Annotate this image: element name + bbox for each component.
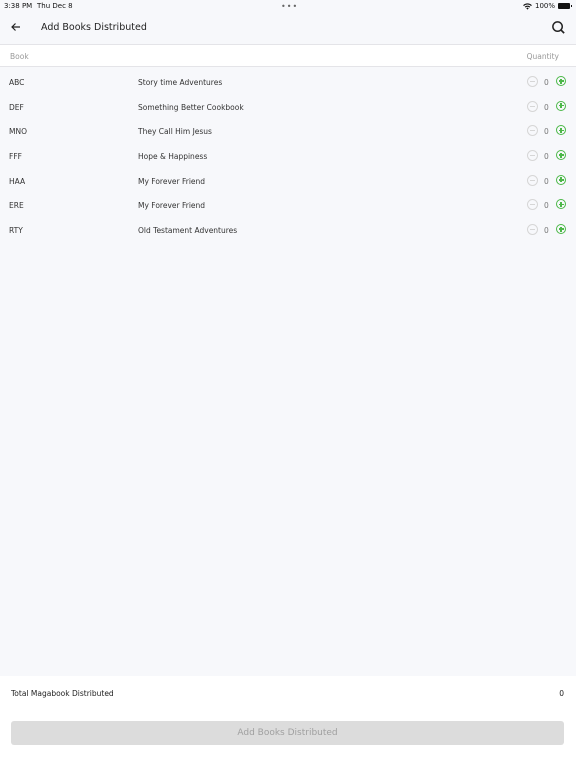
decrement-button[interactable] (527, 199, 538, 211)
book-list: ABC Story time Adventures 0 DEF Somethin… (0, 70, 576, 243)
status-date: Thu Dec 8 (37, 2, 73, 10)
battery-percent: 100% (534, 2, 555, 10)
multitasking-dots[interactable]: ••• (281, 2, 298, 11)
book-code: MNO (9, 127, 27, 137)
add-books-distributed-button[interactable]: Add Books Distributed (11, 721, 564, 745)
increment-button[interactable] (556, 224, 566, 235)
book-name: They Call Him Jesus (138, 127, 212, 137)
quantity-value: 0 (544, 226, 549, 236)
quantity-value: 0 (544, 127, 549, 137)
book-name: My Forever Friend (138, 201, 206, 211)
table-row: FFF Hope & Happiness 0 (0, 144, 576, 169)
book-name: Old Testament Adventures (138, 226, 238, 236)
quantity-value: 0 (544, 78, 549, 87)
book-code: RTY (9, 226, 23, 236)
table-row: DEF Something Better Cookbook 0 (0, 95, 576, 120)
table-row: ERE My Forever Friend 0 (0, 193, 576, 218)
book-name: My Forever Friend (138, 176, 206, 186)
decrement-button[interactable] (527, 174, 538, 186)
total-label: Total Magabook Distributed (11, 689, 114, 698)
search-button[interactable] (551, 20, 567, 36)
status-time: 3:38 PM (4, 2, 33, 10)
increment-button[interactable] (556, 174, 566, 185)
battery-icon (558, 3, 572, 9)
increment-button[interactable] (556, 100, 566, 111)
increment-button[interactable] (556, 125, 566, 136)
book-name: Story time Adventures (138, 78, 223, 87)
book-code: FFF (9, 152, 22, 162)
table-row: HAA My Forever Friend 0 (0, 169, 576, 194)
quantity-value: 0 (544, 152, 549, 162)
decrement-button[interactable] (527, 76, 538, 87)
arrow-left-icon (11, 23, 20, 31)
page-title: Add Books Distributed (41, 22, 147, 33)
quantity-value: 0 (544, 102, 549, 112)
increment-button[interactable] (556, 150, 566, 161)
book-code: HAA (9, 176, 26, 186)
book-name: Something Better Cookbook (138, 102, 244, 112)
table-row: RTY Old Testament Adventures 0 (0, 218, 576, 243)
table-header: Book Quantity (0, 44, 576, 67)
increment-button[interactable] (556, 76, 566, 86)
total-value: 0 (559, 689, 564, 698)
decrement-button[interactable] (527, 150, 538, 162)
status-bar: 3:38 PM Thu Dec 8 ••• 100% (0, 0, 576, 14)
book-code: ERE (9, 201, 24, 211)
quantity-value: 0 (544, 176, 549, 186)
book-name: Hope & Happiness (138, 152, 208, 162)
book-code: ABC (9, 78, 25, 87)
navigation-bar: Add Books Distributed (0, 14, 576, 43)
decrement-button[interactable] (527, 224, 538, 236)
increment-button[interactable] (556, 199, 566, 210)
table-row: ABC Story time Adventures 0 (0, 70, 576, 95)
quantity-value: 0 (544, 201, 549, 211)
wifi-icon (523, 2, 532, 10)
decrement-button[interactable] (527, 100, 538, 112)
footer: Total Magabook Distributed 0 Add Books D… (0, 676, 576, 768)
back-button[interactable] (10, 21, 24, 35)
decrement-button[interactable] (527, 125, 538, 137)
status-right: 100% (523, 2, 572, 10)
column-header-quantity: Quantity (526, 52, 559, 61)
book-code: DEF (9, 102, 24, 112)
table-row: MNO They Call Him Jesus 0 (0, 119, 576, 144)
search-icon (552, 21, 565, 34)
column-header-book: Book (10, 52, 29, 61)
